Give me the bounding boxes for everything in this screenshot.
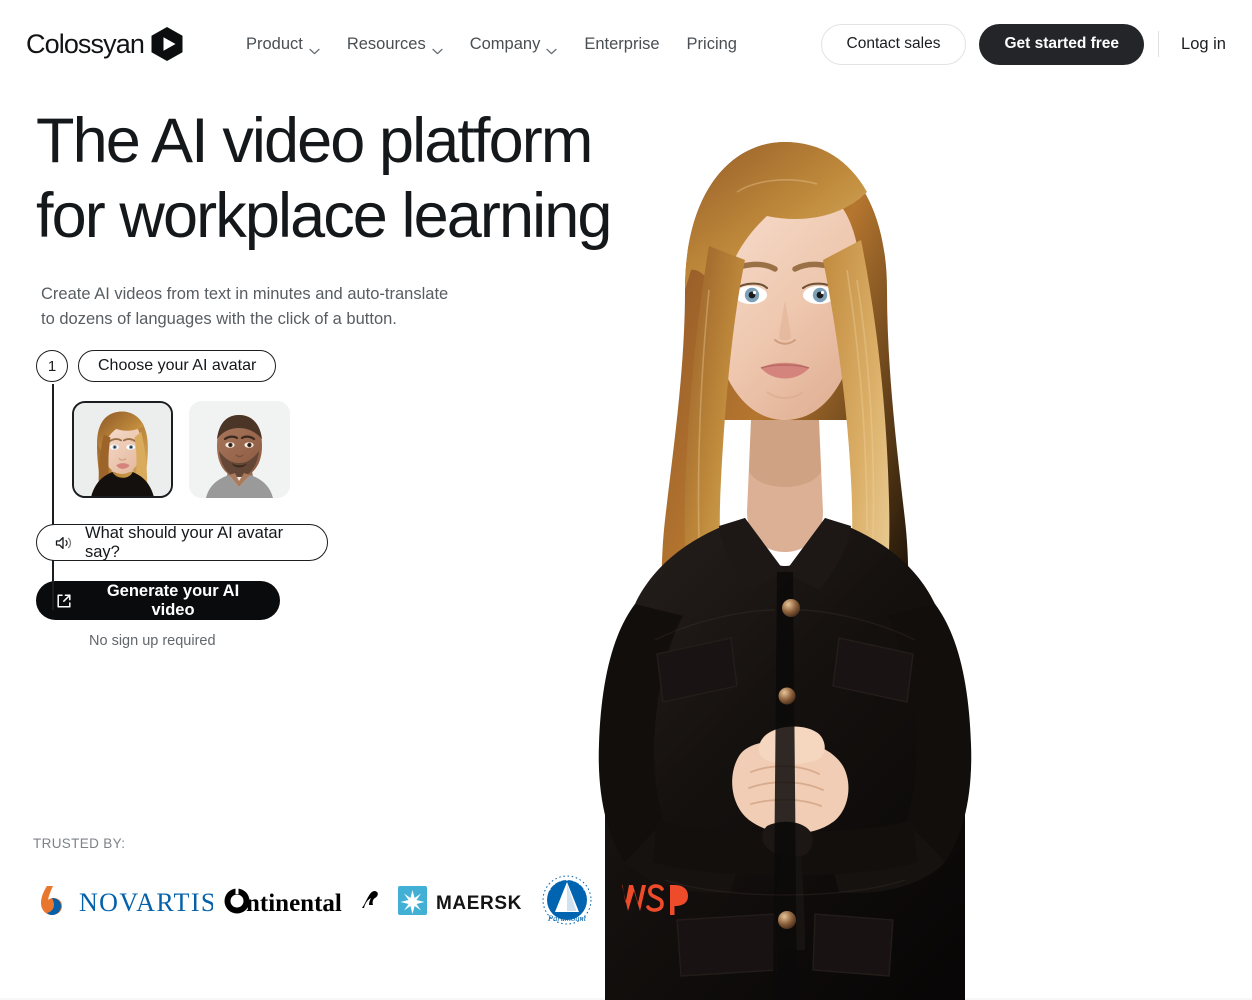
- script-input[interactable]: What should your AI avatar say?: [36, 524, 328, 561]
- hero-subcopy: Create AI videos from text in minutes an…: [41, 282, 481, 332]
- maersk-logo: MAERSK: [398, 873, 538, 927]
- novartis-logo: NOVARTIS: [33, 873, 223, 927]
- main-nav: Product Resources Company Enterprise Pri…: [246, 35, 737, 54]
- choose-avatar-pill[interactable]: Choose your AI avatar: [78, 350, 277, 382]
- trusted-by-label: TRUSTED BY:: [33, 836, 126, 851]
- trusted-by-section: TRUSTED BY: NOVARTIS ntinental MAERSK Pa…: [33, 836, 710, 927]
- nav-label: Pricing: [686, 34, 737, 53]
- hexagon-play-icon: [150, 26, 184, 62]
- step-1-row: 1 Choose your AI avatar: [36, 350, 406, 382]
- site-header: Colossyan Product Resources Company Ente…: [0, 0, 1252, 88]
- wsp-logo: [620, 873, 710, 927]
- svg-text:NOVARTIS: NOVARTIS: [79, 888, 213, 917]
- nav-item-product[interactable]: Product: [246, 35, 320, 54]
- avatar-script-row: What should your AI avatar say?: [36, 524, 406, 561]
- subcopy-line-1: Create AI videos from text in minutes an…: [41, 285, 449, 303]
- generate-row: Generate your AI video No sign up requir…: [36, 581, 406, 649]
- headline-line-1: The AI video platform: [36, 106, 593, 176]
- speaker-icon: [55, 535, 72, 551]
- nav-item-pricing[interactable]: Pricing: [687, 35, 737, 54]
- step-number-badge: 1: [36, 350, 68, 382]
- hero-copy: The AI video platform for workplace lear…: [36, 104, 696, 332]
- nav-label: Resources: [346, 34, 426, 53]
- get-started-free-button[interactable]: Get started free: [979, 23, 1145, 65]
- trusted-logo-row: NOVARTIS ntinental MAERSK Paramount: [33, 873, 710, 927]
- avatar-generator-widget: 1 Choose your AI avatar What should your…: [36, 350, 406, 649]
- headline-line-2: for workplace learning: [36, 181, 612, 251]
- login-link[interactable]: Log in: [1181, 35, 1226, 54]
- avatar-options: [72, 401, 406, 498]
- step-connector-line: [52, 384, 54, 610]
- svg-text:ntinental: ntinental: [246, 890, 342, 917]
- svg-text:Paramount: Paramount: [547, 913, 587, 923]
- avatar-option-female[interactable]: [72, 401, 173, 498]
- landing-page: Colossyan Product Resources Company Ente…: [0, 0, 1252, 1000]
- contact-sales-button[interactable]: Contact sales: [820, 23, 967, 65]
- svg-text:MAERSK: MAERSK: [436, 893, 522, 914]
- nav-label: Company: [469, 34, 541, 53]
- nav-item-company[interactable]: Company: [470, 35, 558, 54]
- avatar-option-male[interactable]: [189, 401, 290, 498]
- generate-button-label: Generate your AI video: [106, 581, 240, 619]
- chevron-down-icon: [546, 41, 557, 54]
- paramount-logo: Paramount: [538, 873, 620, 927]
- brand-name: Colossyan: [26, 28, 145, 59]
- subcopy-line-2: to dozens of languages with the click of…: [41, 310, 397, 328]
- chevron-down-icon: [432, 41, 443, 54]
- brand-logo[interactable]: Colossyan: [26, 26, 184, 62]
- script-placeholder-text: What should your AI avatar say?: [85, 523, 284, 561]
- continental-logo: ntinental: [223, 873, 398, 927]
- no-signup-note: No sign up required: [89, 633, 216, 649]
- nav-label: Enterprise: [584, 34, 660, 53]
- external-link-icon: [56, 593, 72, 609]
- header-divider: [1158, 31, 1160, 57]
- nav-label: Product: [245, 34, 303, 53]
- chevron-down-icon: [309, 41, 320, 54]
- nav-item-enterprise[interactable]: Enterprise: [584, 35, 659, 54]
- header-actions: Contact sales Get started free Log in: [820, 23, 1226, 65]
- page-title: The AI video platform for workplace lear…: [36, 104, 696, 254]
- nav-item-resources[interactable]: Resources: [347, 35, 443, 54]
- generate-video-button[interactable]: Generate your AI video: [36, 581, 280, 620]
